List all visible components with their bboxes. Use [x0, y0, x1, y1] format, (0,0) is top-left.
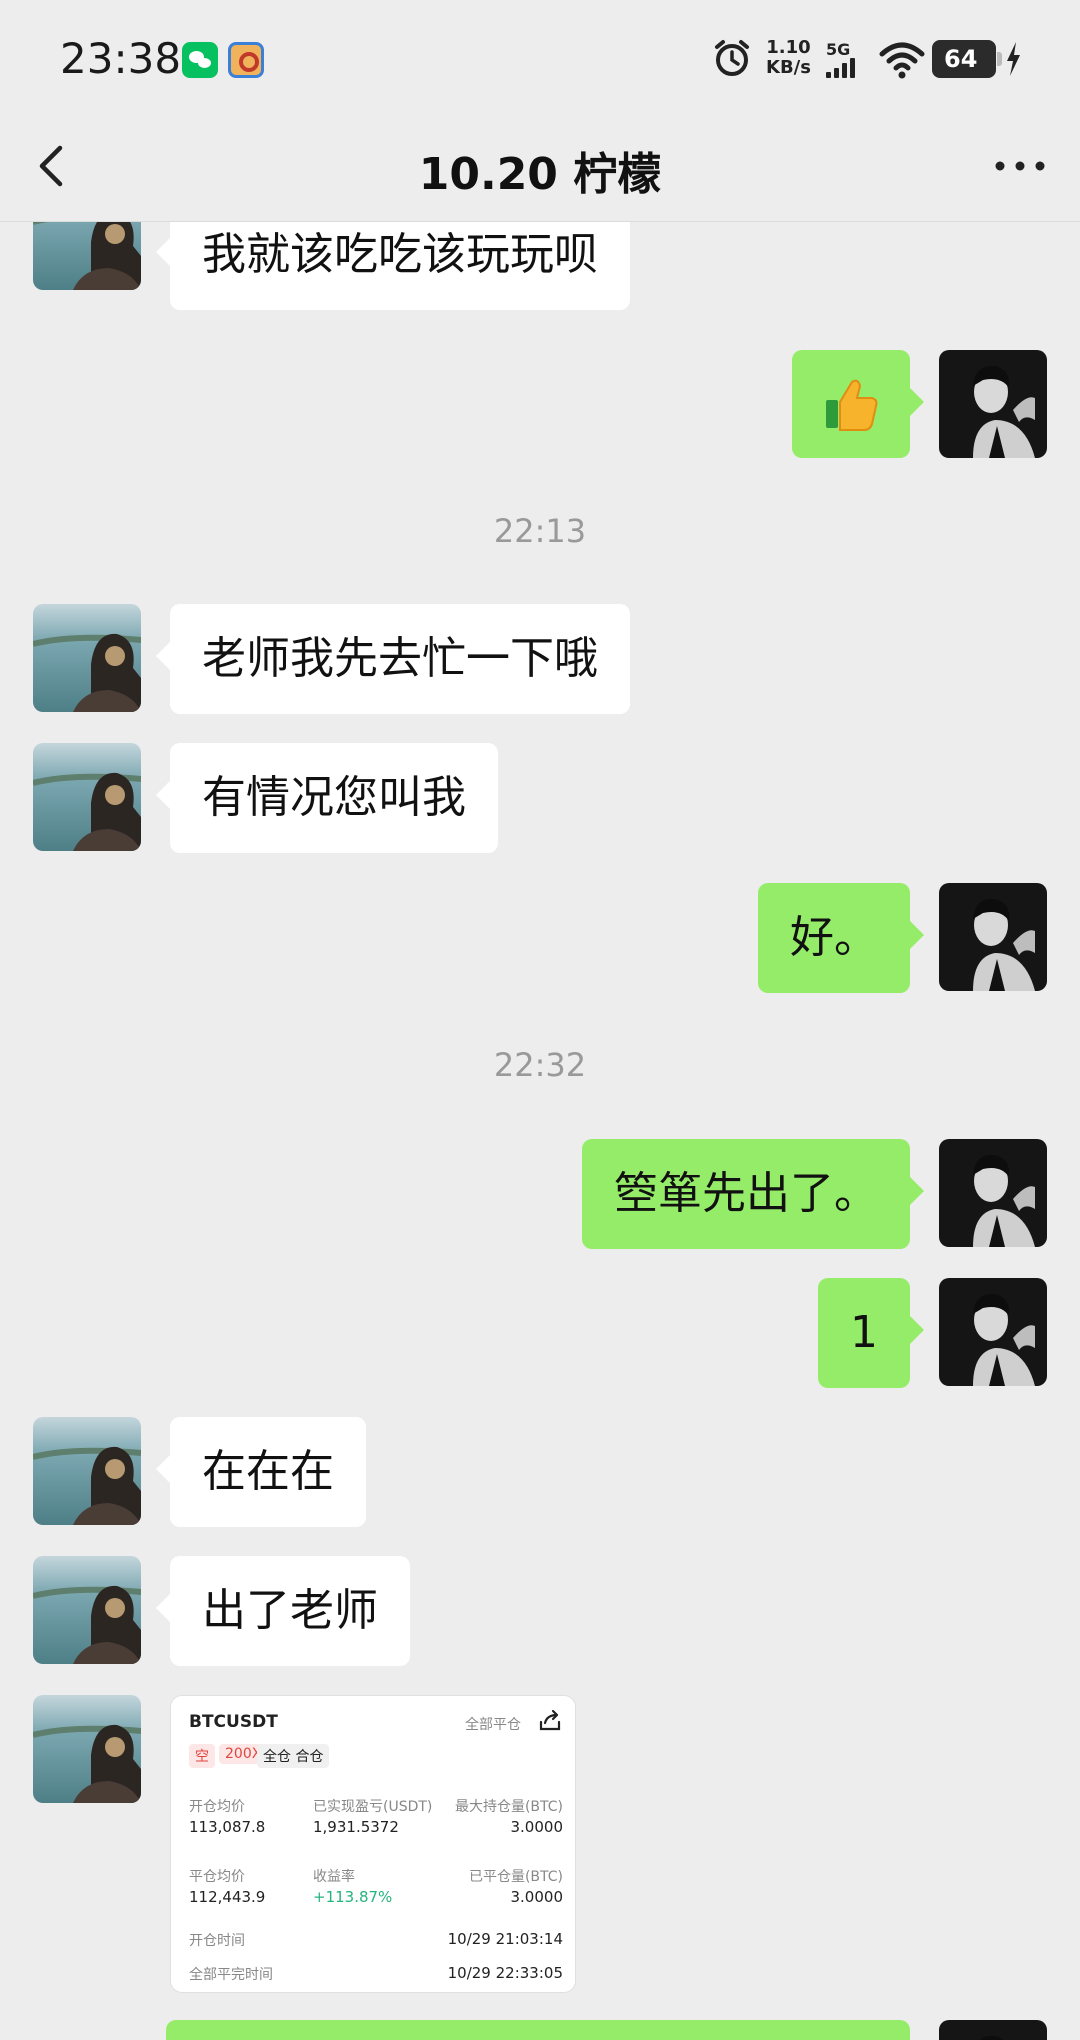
close-avg-value: 112,443.9	[189, 1888, 266, 1906]
net-speed: 1.10 KB/s	[766, 38, 811, 78]
message-bubble-outgoing[interactable]: 好。	[758, 883, 924, 993]
close-avg-label: 平仓均价	[189, 1869, 245, 1885]
close-all-label: 全部平仓	[465, 1717, 521, 1733]
alarm-icon	[715, 40, 749, 76]
chat-title: 10.20 柠檬	[418, 149, 662, 200]
self-avatar[interactable]	[939, 2020, 1047, 2040]
close-time-value: 10/29 22:33:05	[447, 1964, 563, 1982]
realized-pnl-label: 已实现盈亏(USDT)	[313, 1799, 433, 1815]
contact-avatar[interactable]	[33, 222, 141, 290]
more-options-icon[interactable]	[990, 136, 1050, 196]
closed-qty-label: 已平仓量(BTC)	[468, 1869, 563, 1885]
contact-avatar[interactable]	[33, 1417, 141, 1525]
self-avatar[interactable]	[939, 1278, 1047, 1386]
message-bubble-incoming[interactable]: 有情况您叫我	[156, 743, 498, 853]
return-rate-label: 收益率	[313, 1869, 355, 1885]
return-rate-value: +113.87%	[313, 1888, 393, 1906]
message-timestamp: 22:13	[493, 512, 587, 550]
message-timestamp: 22:32	[493, 1046, 587, 1084]
message-bubble-outgoing[interactable]: 1	[818, 1278, 924, 1388]
contact-avatar[interactable]	[33, 1695, 141, 1803]
message-bubble-incoming[interactable]: 出了老师	[156, 1556, 410, 1666]
message-bubble-outgoing[interactable]: 箜箪先出了。	[582, 1139, 924, 1249]
chat-message-list[interactable]: 我就该吃吃该玩玩呗 22:13 老师我先去忙一下哦 有情况您叫我 好。 22:3…	[0, 222, 1080, 2040]
message-bubble-incoming[interactable]: 在在在	[156, 1417, 366, 1527]
self-avatar[interactable]	[939, 883, 1047, 991]
contact-avatar[interactable]	[33, 1556, 141, 1664]
message-bubble-incoming[interactable]: 我就该吃吃该玩玩呗	[156, 222, 630, 310]
close-time-label: 全部平完时间	[189, 1967, 273, 1983]
realized-pnl-value: 1,931.5372	[313, 1818, 399, 1836]
self-avatar[interactable]	[939, 1139, 1047, 1247]
contact-avatar[interactable]	[33, 743, 141, 851]
network-type: 5G	[826, 40, 851, 59]
open-time-label: 开仓时间	[189, 1933, 245, 1949]
message-bubble-outgoing-partial[interactable]	[166, 2020, 910, 2040]
net-speed-unit: KB/s	[766, 57, 811, 78]
closed-qty-value: 3.0000	[510, 1888, 564, 1906]
net-speed-value: 1.10	[766, 37, 811, 58]
trade-symbol: BTCUSDT	[189, 1712, 278, 1732]
charging-icon	[1007, 42, 1020, 76]
game-app-icon	[228, 42, 264, 78]
open-avg-value: 113,087.8	[189, 1818, 266, 1836]
status-bar: 23:38 1.10 KB/s 5G 64	[0, 0, 1080, 110]
status-time: 23:38	[60, 34, 182, 83]
share-icon	[539, 1709, 561, 1731]
open-time-value: 10/29 21:03:14	[447, 1930, 563, 1948]
battery-level: 64	[944, 45, 978, 73]
contact-avatar[interactable]	[33, 604, 141, 712]
wifi-icon	[879, 42, 925, 79]
signal-icon	[826, 58, 858, 78]
thumbs-up-emoji-icon	[826, 379, 878, 431]
margin-mode-badge: 全仓 合仓	[257, 1744, 330, 1768]
trade-screenshot-image[interactable]: BTCUSDT 全部平仓 空 200X 全仓 合仓 开仓均价 113,087.8…	[170, 1695, 576, 1993]
message-bubble-incoming[interactable]: 老师我先去忙一下哦	[156, 604, 630, 714]
chat-header: 10.20 柠檬	[0, 110, 1080, 222]
open-avg-label: 开仓均价	[189, 1799, 245, 1815]
max-position-label: 最大持仓量(BTC)	[454, 1799, 563, 1815]
message-bubble-outgoing[interactable]	[792, 350, 924, 458]
self-avatar[interactable]	[939, 350, 1047, 458]
battery-icon: 64	[932, 40, 1002, 78]
short-badge: 空	[189, 1744, 215, 1768]
max-position-value: 3.0000	[510, 1818, 564, 1836]
wechat-icon	[182, 42, 218, 78]
